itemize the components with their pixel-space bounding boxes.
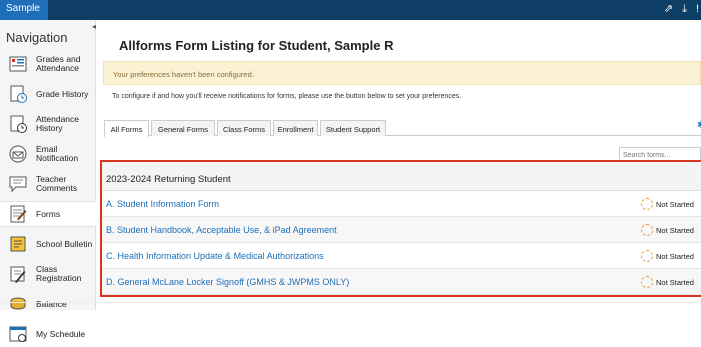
info-text: To configure if and how you'll receive n… (112, 93, 462, 100)
sidebar-item-label: Grades and Attendance (36, 54, 81, 73)
schedule-icon (9, 326, 27, 342)
sidebar-item-label: Teacher Comments (36, 174, 78, 193)
sidebar-item-label: My Schedule (36, 328, 86, 339)
nav-title: Navigation (6, 30, 68, 45)
sidebar-item-label: Email Notification (36, 144, 79, 163)
top-icons: ⇗ ⤓ ! (664, 3, 699, 16)
sidebar-item-email[interactable]: Email Notification (0, 141, 95, 167)
sidebar-item-grades[interactable]: Grades and Attendance (0, 51, 95, 77)
form-link[interactable]: A. Student Information Form (106, 199, 219, 209)
sidebar-item-label: School Bulletin (36, 238, 93, 249)
attendance-history-icon (10, 115, 27, 133)
sidebar-item-label: Class Registration (36, 264, 82, 283)
page-title: Allforms Form Listing for Student, Sampl… (119, 38, 394, 53)
status-badge: Not Started (641, 276, 694, 288)
status-text: Not Started (656, 277, 694, 287)
registration-icon (10, 266, 26, 283)
form-link[interactable]: D. General McLane Locker Signoff (GMHS &… (106, 277, 349, 287)
tab-all-forms[interactable]: All Forms (104, 120, 149, 137)
status-badge: Not Started (641, 250, 694, 262)
not-started-icon (641, 276, 653, 288)
not-started-icon (641, 250, 653, 262)
sidebar-item-balance[interactable]: Balance (0, 291, 95, 317)
forms-icon (10, 205, 27, 223)
not-started-icon (641, 224, 653, 236)
status-text: Not Started (656, 225, 694, 235)
external-link-icon[interactable]: ⇗ (664, 3, 673, 16)
sidebar-item-comments[interactable]: Teacher Comments (0, 171, 95, 197)
status-text: Not Started (656, 251, 694, 261)
form-row: A. Student Information Form Not Started (102, 191, 701, 217)
divider (0, 302, 701, 303)
sidebar-item-grade-history[interactable]: Grade History (0, 81, 95, 107)
status-text: Not Started (656, 199, 694, 209)
sidebar-item-schedule[interactable]: My Schedule (0, 321, 95, 347)
alert-text: Your preferences haven't been configured… (113, 70, 254, 79)
sidebar-item-label: Forms (36, 208, 61, 219)
form-link[interactable]: B. Student Handbook, Acceptable Use, & i… (106, 225, 337, 235)
tab-class-forms[interactable]: Class Forms (217, 120, 271, 136)
tab-general-forms[interactable]: General Forms (151, 120, 215, 136)
sidebar: Navigation Grades and Attendance Grade H… (0, 20, 96, 342)
search-forms-input[interactable] (619, 147, 701, 161)
form-link[interactable]: C. Health Information Update & Medical A… (106, 251, 324, 261)
tab-student-support[interactable]: Student Support (320, 120, 386, 136)
comments-icon (9, 176, 27, 193)
form-list: 2023-2024 Returning Student A. Student I… (100, 160, 701, 297)
status-badge: Not Started (641, 198, 694, 210)
group-header: 2023-2024 Returning Student (102, 162, 701, 191)
main-content: Allforms Form Listing for Student, Sampl… (100, 20, 701, 310)
grade-history-icon (10, 85, 27, 103)
top-bar: Sample ⇗ ⤓ ! (0, 0, 701, 20)
form-tabs: All Forms General Forms Class Forms Enro… (104, 120, 701, 137)
form-row: C. Health Information Update & Medical A… (102, 243, 701, 269)
balance-icon (10, 297, 26, 310)
bulletin-icon (10, 236, 26, 252)
collapse-sidebar-icon[interactable]: ◂ (92, 22, 100, 36)
form-row: D. General McLane Locker Signoff (GMHS &… (102, 269, 701, 295)
form-row: B. Student Handbook, Acceptable Use, & i… (102, 217, 701, 243)
preferences-alert: Your preferences haven't been configured… (103, 61, 701, 85)
tab-enrollment[interactable]: Enrollment (273, 120, 318, 136)
sidebar-item-forms[interactable]: Forms (0, 201, 96, 227)
not-started-icon (641, 198, 653, 210)
sidebar-item-attendance-history[interactable]: Attendance History (0, 111, 95, 137)
sidebar-item-label: Attendance History (36, 114, 80, 133)
grades-icon (9, 56, 27, 72)
user-tab[interactable]: Sample (0, 0, 48, 20)
settings-icon[interactable]: ✱ (697, 120, 701, 131)
status-badge: Not Started (641, 224, 694, 236)
sidebar-item-label: Grade History (36, 88, 89, 99)
download-icon[interactable]: ⤓ (682, 3, 687, 16)
sidebar-item-label: Balance (36, 298, 67, 309)
alert-icon[interactable]: ! (696, 3, 699, 16)
sidebar-item-registration[interactable]: Class Registration (0, 261, 95, 287)
sidebar-item-bulletin[interactable]: School Bulletin (0, 231, 95, 257)
email-icon (9, 145, 27, 163)
